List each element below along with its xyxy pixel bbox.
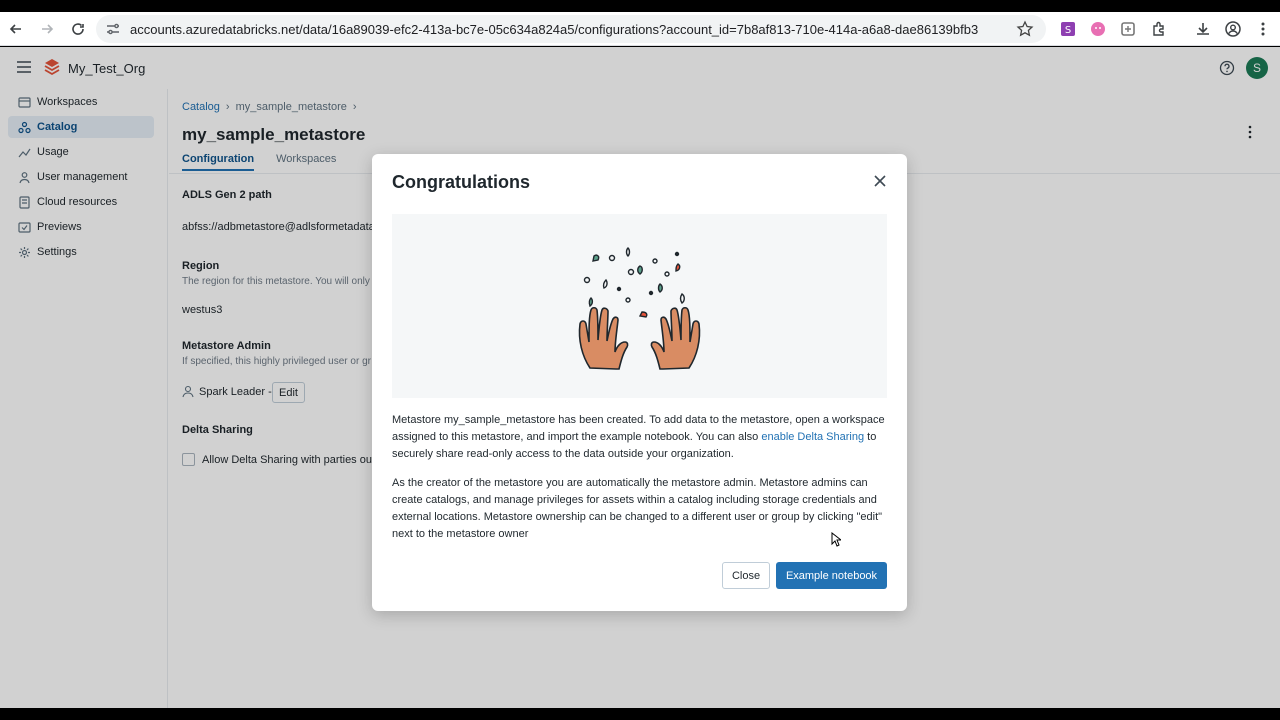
extension-3-icon[interactable] — [1118, 19, 1138, 39]
celebration-hands-icon — [578, 247, 701, 370]
extensions-puzzle-icon[interactable] — [1149, 19, 1169, 39]
screen-bottom-border — [0, 708, 1280, 720]
example-notebook-button[interactable]: Example notebook — [776, 562, 887, 589]
back-icon[interactable] — [1, 14, 31, 44]
extension-2-icon[interactable] — [1088, 19, 1108, 39]
congratulations-dialog: Congratulations Metastore my_sample_meta… — [372, 154, 907, 611]
close-icon[interactable] — [873, 174, 887, 188]
address-bar[interactable]: accounts.azuredatabricks.net/data/16a890… — [96, 15, 1046, 43]
dialog-paragraph-2: As the creator of the metastore you are … — [392, 477, 883, 540]
close-button[interactable]: Close — [722, 562, 770, 589]
dialog-title: Congratulations — [392, 172, 530, 192]
screen-top-border — [0, 0, 1280, 12]
site-settings-icon[interactable] — [104, 20, 122, 38]
mouse-cursor-icon — [831, 532, 841, 547]
profile-icon[interactable] — [1223, 19, 1243, 39]
reload-icon[interactable] — [63, 14, 93, 44]
dialog-paragraph-1: Metastore my_sample_metastore has been c… — [392, 412, 887, 463]
bookmark-star-icon[interactable] — [1016, 20, 1034, 38]
download-icon[interactable] — [1193, 19, 1213, 39]
extension-1-icon[interactable]: S — [1058, 19, 1078, 39]
browser-toolbar: accounts.azuredatabricks.net/data/16a890… — [0, 12, 1280, 46]
enable-delta-sharing-link[interactable]: enable Delta Sharing — [761, 431, 864, 443]
celebration-illustration — [392, 214, 887, 398]
url-text[interactable]: accounts.azuredatabricks.net/data/16a890… — [130, 22, 1016, 37]
svg-text:S: S — [1065, 25, 1071, 36]
forward-icon[interactable] — [32, 14, 62, 44]
browser-menu-icon[interactable] — [1253, 19, 1273, 39]
